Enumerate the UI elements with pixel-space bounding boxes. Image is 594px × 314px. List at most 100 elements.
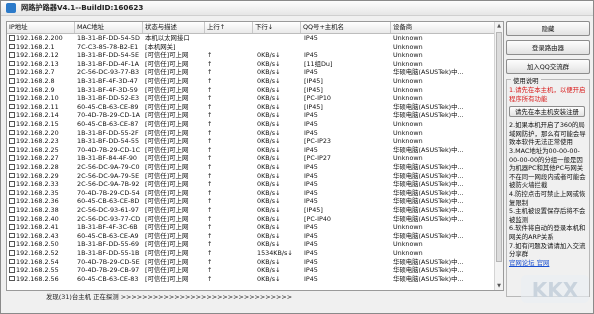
table-row[interactable]: 192.168.2.28 2C-56-DC-9A-79-C0 [可信任]可上网 ↑ 0K… bbox=[7, 163, 503, 171]
table-row[interactable]: 192.168.2.38 2C-56-DC-93-61-97 [可信任]可上网 ↑ 0K… bbox=[7, 206, 503, 214]
row-checkbox[interactable] bbox=[9, 198, 15, 204]
table-row[interactable]: 192.168.2.12 1B-31-BF-DD-54-5E [可信任]可上网 ↑ 0K… bbox=[7, 51, 503, 59]
host-table[interactable]: IP地址 MAC地址 状态与描述 上行↑ 下行↓ QQ号+主机名 设备商 192… bbox=[6, 21, 504, 291]
table-row[interactable]: 192.168.2.36 60-45-CB-63-CE-8D [可信任]可上网 ↑ 0K… bbox=[7, 197, 503, 205]
cell-vendor: Unknown bbox=[393, 223, 423, 232]
col-qq[interactable]: QQ号+主机名 bbox=[301, 22, 391, 33]
table-row[interactable]: 192.168.2.13 1B-31-BF-DD-4F-1A [可信任]可上网 ↑ 0K… bbox=[7, 60, 503, 68]
row-checkbox[interactable] bbox=[9, 172, 15, 179]
forum-link[interactable]: 官网论坛 官网 bbox=[509, 259, 588, 268]
row-checkbox[interactable] bbox=[9, 267, 15, 273]
row-checkbox[interactable] bbox=[9, 207, 15, 213]
join-qq-group-button[interactable]: 加入QQ交流群 bbox=[506, 59, 590, 74]
table-row[interactable]: 192.168.2.55 70-4D-7B-29-CB-97 [可信任]可上网 ↑ 0K… bbox=[7, 266, 503, 274]
cell-ip: 192.168.2.1 bbox=[16, 42, 55, 51]
table-row[interactable]: 192.168.2.35 70-4D-7B-29-CD-54 [可信任]可上网 ↑ 0K… bbox=[7, 189, 503, 197]
table-row[interactable]: 192.168.2.20 1B-31-BF-DD-55-2F [可信任]可上网 ↑ 0K… bbox=[7, 129, 503, 137]
table-row[interactable]: 192.168.2.200 1B-31-BF-DD-54-5D 本机以太网接口 IP4… bbox=[7, 34, 503, 42]
col-ip[interactable]: IP地址 bbox=[7, 22, 75, 33]
table-row[interactable]: 192.168.2.43 60-45-CB-63-CE-A9 [可信任]可上网 ↑ 0K… bbox=[7, 232, 503, 240]
row-checkbox[interactable] bbox=[9, 35, 15, 41]
cell-mac: 2C-56-DC-93-77-B3 bbox=[77, 68, 140, 77]
row-checkbox[interactable] bbox=[9, 232, 15, 239]
row-checkbox[interactable] bbox=[9, 138, 15, 144]
cell-down: 0KB/s↓ bbox=[257, 51, 281, 60]
cell-down: 0KB/s↓ bbox=[257, 223, 281, 232]
col-down[interactable]: 下行↓ bbox=[253, 22, 301, 33]
row-checkbox[interactable] bbox=[9, 43, 15, 50]
usage-text: 1.请先在本主机，以便开启程序所有功能 请先在本主机安装注册 2.如果本机开启了… bbox=[509, 86, 588, 267]
table-row[interactable]: 192.168.2.33 2C-56-DC-9A-7B-92 [可信任]可上网 ↑ 0K… bbox=[7, 180, 503, 188]
col-up[interactable]: 上行↑ bbox=[205, 22, 253, 33]
cell-down: 0KB/s↓ bbox=[257, 257, 281, 266]
vertical-scrollbar[interactable]: ▲ ▼ bbox=[494, 22, 503, 290]
row-checkbox[interactable] bbox=[9, 78, 15, 84]
scroll-down-icon[interactable]: ▼ bbox=[495, 282, 503, 290]
login-router-button[interactable]: 登录路由器 bbox=[506, 40, 590, 55]
table-row[interactable]: 192.168.2.7 2C-56-DC-93-77-B3 [可信任]可上网 ↑ 0KB… bbox=[7, 68, 503, 76]
row-checkbox[interactable] bbox=[9, 146, 15, 153]
row-checkbox[interactable] bbox=[9, 52, 15, 58]
table-row[interactable]: 192.168.2.10 1B-31-BF-DD-52-E3 [可信任]可上网 ↑ 0K… bbox=[7, 94, 503, 102]
cell-up: ↑ bbox=[207, 249, 213, 257]
row-checkbox[interactable] bbox=[9, 60, 15, 67]
hide-button[interactable]: 隐藏 bbox=[506, 21, 590, 36]
table-row[interactable]: 192.168.2.11 60-45-CB-63-CE-89 [可信任]可上网 ↑ 0K… bbox=[7, 103, 503, 111]
row-checkbox[interactable] bbox=[9, 155, 15, 161]
row-checkbox[interactable] bbox=[9, 189, 15, 196]
cell-status: [可信任]可上网 bbox=[145, 85, 189, 94]
table-row[interactable]: 192.168.2.25 70-4D-7B-29-CD-1C [可信任]可上网 ↑ 0K… bbox=[7, 146, 503, 154]
cell-ip: 192.168.2.20 bbox=[16, 128, 59, 137]
table-row[interactable]: 192.168.2.29 2C-56-DC-9A-79-5E [可信任]可上网 ↑ 0K… bbox=[7, 172, 503, 180]
col-mac[interactable]: MAC地址 bbox=[75, 22, 143, 33]
table-row[interactable]: 192.168.2.52 1B-31-BF-DD-55-1B [可信任]可上网 ↑ 15… bbox=[7, 249, 503, 257]
row-checkbox[interactable] bbox=[9, 95, 15, 101]
row-checkbox[interactable] bbox=[9, 112, 15, 118]
cell-vendor: Unknown bbox=[393, 85, 423, 94]
cell-down: 0KB/s↓ bbox=[257, 154, 281, 163]
row-checkbox[interactable] bbox=[9, 250, 15, 256]
table-row[interactable]: 192.168.2.40 2C-56-DC-93-77-CD [可信任]可上网 ↑ 0K… bbox=[7, 215, 503, 223]
row-checkbox[interactable] bbox=[9, 241, 15, 247]
cell-ip: 192.168.2.56 bbox=[16, 274, 59, 283]
row-checkbox[interactable] bbox=[9, 121, 15, 127]
cell-up: ↑ bbox=[207, 266, 213, 275]
cell-qq: IP45 bbox=[304, 171, 318, 180]
scroll-thumb[interactable] bbox=[496, 32, 502, 262]
row-checkbox[interactable] bbox=[9, 224, 15, 230]
table-row[interactable]: 192.168.2.9 1B-31-BF-4F-3D-59 [可信任]可上网 ↑ 0KB… bbox=[7, 86, 503, 94]
cell-ip: 192.168.2.40 bbox=[16, 214, 59, 223]
row-checkbox[interactable] bbox=[9, 164, 15, 170]
row-checkbox[interactable] bbox=[9, 103, 15, 110]
cell-qq: [PC-IP23 bbox=[304, 137, 331, 146]
cell-ip: 192.168.2.10 bbox=[16, 94, 59, 103]
cell-mac: 2C-56-DC-9A-79-5E bbox=[77, 171, 140, 180]
table-row[interactable]: 192.168.2.14 70-4D-7B-29-CD-1A [可信任]可上网 ↑ 0K… bbox=[7, 111, 503, 119]
row-checkbox[interactable] bbox=[9, 258, 15, 265]
table-row[interactable]: 192.168.2.41 1B-31-BF-4F-3C-6B [可信任]可上网 ↑ 0K… bbox=[7, 223, 503, 231]
cell-down: 0KB/s↓ bbox=[257, 188, 281, 197]
scroll-up-icon[interactable]: ▲ bbox=[495, 22, 503, 30]
row-checkbox[interactable] bbox=[9, 86, 15, 93]
table-row[interactable]: 192.168.2.23 1B-31-BF-DD-54-55 [可信任]可上网 ↑ 0K… bbox=[7, 137, 503, 145]
table-row[interactable]: 192.168.2.50 1B-31-BF-DD-55-69 [可信任]可上网 ↑ 0K… bbox=[7, 240, 503, 248]
table-row[interactable]: 192.168.2.1 7C-C3-85-78-B2-E1 [本机网关] Unknow… bbox=[7, 43, 503, 51]
cell-up: ↑ bbox=[207, 120, 213, 128]
col-vendor[interactable]: 设备商 bbox=[391, 22, 495, 33]
table-row[interactable]: 192.168.2.54 70-4D-7B-29-CD-5E [可信任]可上网 ↑ 0K… bbox=[7, 258, 503, 266]
table-row[interactable]: 192.168.2.15 60-45-CB-63-CE-87 [可信任]可上网 ↑ 0K… bbox=[7, 120, 503, 128]
col-status[interactable]: 状态与描述 bbox=[143, 22, 205, 33]
row-checkbox[interactable] bbox=[9, 275, 15, 282]
row-checkbox[interactable] bbox=[9, 129, 15, 136]
cell-status: [可信任]可上网 bbox=[145, 188, 189, 197]
row-checkbox[interactable] bbox=[9, 69, 15, 75]
install-register-button[interactable]: 请先在本主机安装注册 bbox=[509, 106, 585, 118]
table-row[interactable]: 192.168.2.56 60-45-CB-63-CE-83 [可信任]可上网 ↑ 0K… bbox=[7, 275, 503, 283]
table-row[interactable]: 192.168.2.27 1B-31-BF-84-4F-90 [可信任]可上网 ↑ 0K… bbox=[7, 154, 503, 162]
cell-down: 0KB/s↓ bbox=[257, 274, 281, 283]
table-row[interactable]: 192.168.2.8 1B-31-BF-4F-3D-47 [可信任]可上网 ↑ 0KB… bbox=[7, 77, 503, 85]
cell-qq: IP45 bbox=[304, 145, 318, 154]
row-checkbox[interactable] bbox=[9, 215, 15, 222]
row-checkbox[interactable] bbox=[9, 181, 15, 187]
cell-mac: 70-4D-7B-29-CD-54 bbox=[77, 188, 140, 197]
